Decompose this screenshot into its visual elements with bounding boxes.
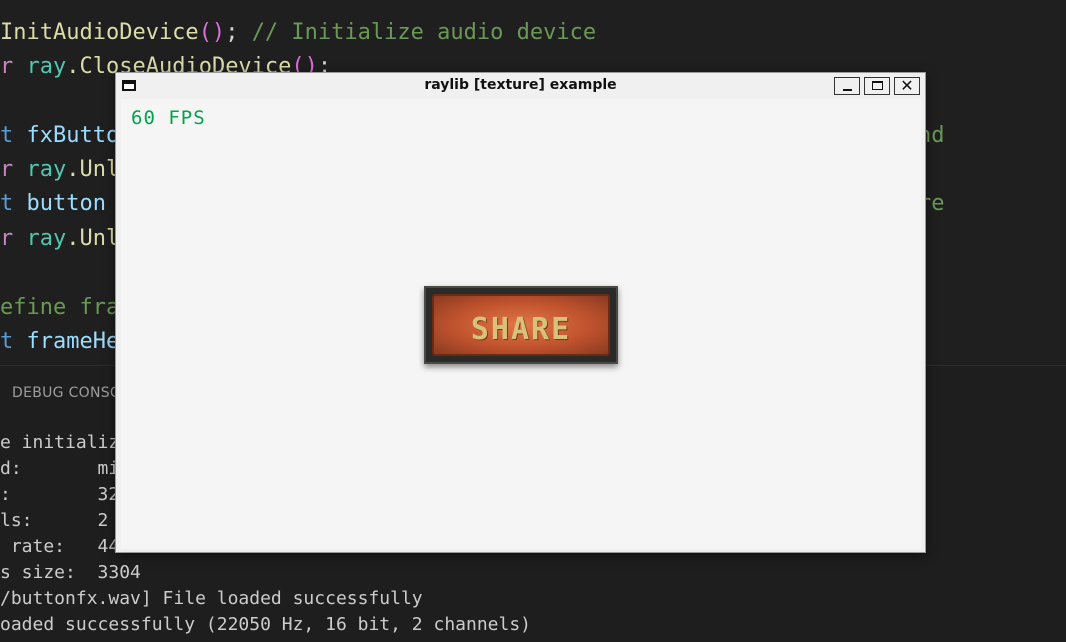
code-token: ray xyxy=(26,157,67,182)
code-token: fxButto xyxy=(26,123,120,148)
code-token: fra xyxy=(79,295,120,320)
code-line-1: InitAudioDevice(); // Initialize audio d… xyxy=(0,16,596,50)
code-line-8: t frameHe xyxy=(0,325,119,359)
share-button-face: SHARE xyxy=(432,294,610,356)
close-icon: ✕ xyxy=(900,76,914,95)
minimize-icon xyxy=(843,89,852,91)
code-line-7: efine fra xyxy=(0,291,119,325)
fps-counter: 60 FPS xyxy=(131,107,206,129)
code-token: ray xyxy=(26,226,67,251)
code-token: efine xyxy=(0,295,67,320)
console-line: : 32 xyxy=(0,484,120,505)
raylib-window[interactable]: raylib [texture] example ✕ 60 FPS SHARE xyxy=(115,72,926,553)
console-line: d: mi xyxy=(0,458,120,479)
code-token: .Unl xyxy=(66,226,120,251)
console-line: /buttonfx.wav] File loaded successfully xyxy=(0,588,423,609)
code-token: frameHe xyxy=(26,329,120,354)
console-line: oaded successfully (22050 Hz, 16 bit, 2 … xyxy=(0,614,532,635)
render-canvas[interactable]: 60 FPS SHARE xyxy=(121,99,921,549)
code-token: InitAudioDevice xyxy=(0,20,199,45)
share-button[interactable]: SHARE xyxy=(424,286,618,364)
window-title: raylib [texture] example xyxy=(424,77,617,93)
code-token: ; xyxy=(225,20,239,45)
code-token: .Unl xyxy=(66,157,120,182)
code-token: r xyxy=(0,226,14,251)
code-token: r xyxy=(0,54,14,79)
maximize-button[interactable] xyxy=(864,77,890,95)
code-token: button xyxy=(26,191,106,216)
maximize-icon xyxy=(872,81,883,90)
close-button[interactable]: ✕ xyxy=(894,76,920,95)
code-token: r xyxy=(0,157,14,182)
code-line-3: t fxButto xyxy=(0,119,119,153)
share-button-label: SHARE xyxy=(470,312,572,347)
code-line-4: r ray.Unl xyxy=(0,153,119,187)
window-titlebar[interactable]: raylib [texture] example ✕ xyxy=(116,73,925,99)
code-token: t xyxy=(0,123,14,148)
code-comment: // Initialize audio device xyxy=(251,20,597,45)
console-line: rate: 44 xyxy=(0,536,120,557)
console-line: ls: 2 xyxy=(0,510,109,531)
console-line: e initializ xyxy=(0,432,120,453)
code-token: ray xyxy=(26,54,67,79)
code-token: () xyxy=(198,20,226,45)
code-token: t xyxy=(0,191,14,216)
code-line-5: t button xyxy=(0,187,106,221)
minimize-button[interactable] xyxy=(834,77,860,95)
console-line: s size: 3304 xyxy=(0,562,141,583)
code-token: t xyxy=(0,329,14,354)
tab-debug-console[interactable]: DEBUG CONSC xyxy=(12,385,120,401)
code-line-6: r ray.Unl xyxy=(0,222,119,256)
